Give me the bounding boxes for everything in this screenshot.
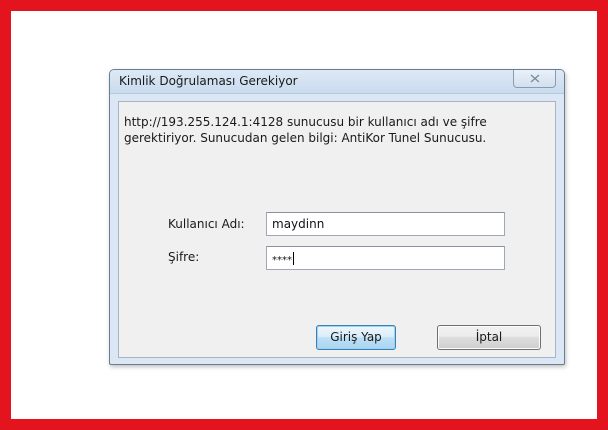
close-icon [530, 74, 539, 83]
auth-dialog: Kimlik Doğrulaması Gerekiyor http://193.… [109, 69, 565, 365]
password-value: **** [272, 255, 292, 266]
text-caret [293, 252, 294, 265]
cancel-button[interactable]: İptal [437, 325, 541, 350]
title-bar[interactable]: Kimlik Doğrulaması Gerekiyor [110, 70, 564, 94]
red-frame: Kimlik Doğrulaması Gerekiyor http://193.… [0, 0, 608, 430]
login-button[interactable]: Giriş Yap [316, 325, 396, 350]
close-button[interactable] [513, 70, 556, 88]
dialog-title: Kimlik Doğrulaması Gerekiyor [119, 74, 298, 88]
password-mask: **** [272, 252, 294, 266]
dialog-body: http://193.255.124.1:4128 sunucusu bir k… [118, 101, 556, 358]
auth-message: http://193.255.124.1:4128 sunucusu bir k… [124, 115, 487, 145]
username-input[interactable] [266, 212, 505, 236]
password-input[interactable]: **** [266, 246, 505, 270]
password-label: Şifre: [168, 250, 200, 264]
username-label: Kullanıcı Adı: [168, 217, 245, 231]
